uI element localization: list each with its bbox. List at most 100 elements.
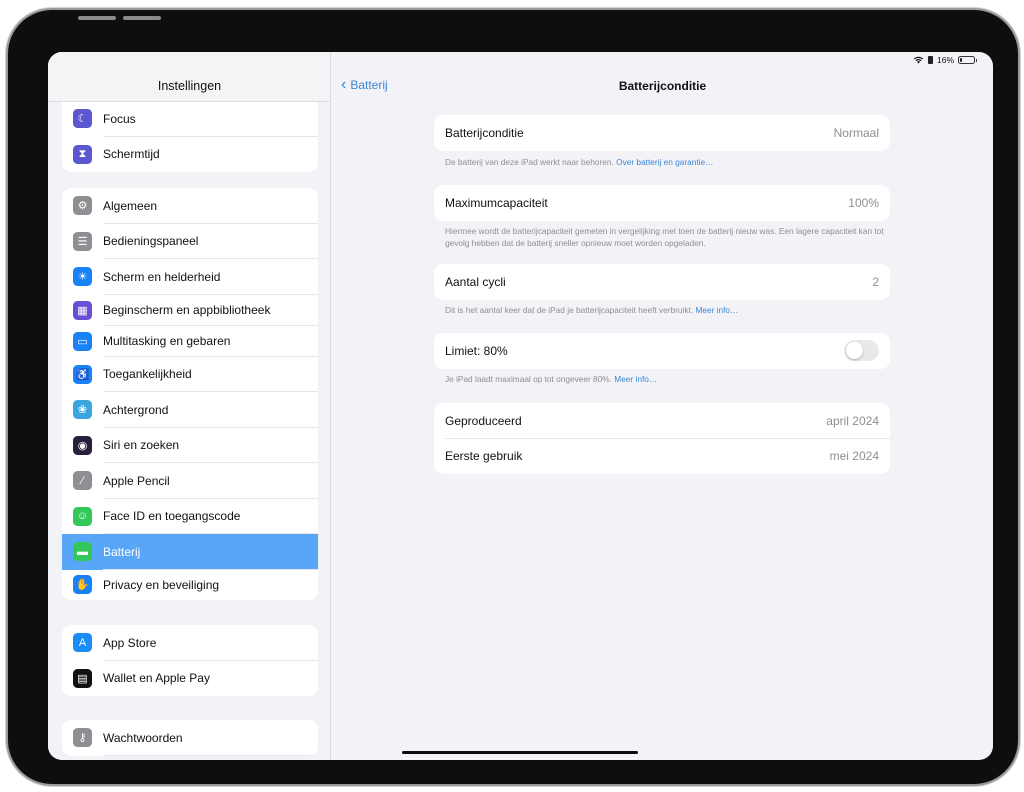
capacity-label: Maximumcapaciteit xyxy=(445,195,548,210)
sidebar-item-label: Batterij xyxy=(103,544,141,559)
sidebar-item-face-id-en-toegangscode[interactable]: ☺ Face ID en toegangscode xyxy=(62,499,318,534)
sidebar-title: Instellingen xyxy=(157,79,222,93)
sidebar-item-label: Multitasking en gebaren xyxy=(103,334,231,348)
sidebar-item-wallet-en-apple-pay[interactable]: ▤ Wallet en Apple Pay xyxy=(62,661,318,697)
cycles-value: 2 xyxy=(872,274,879,289)
manufactured-label: Geproduceerd xyxy=(445,413,522,428)
capacity-footer: Hiermee wordt de batterijcapaciteit geme… xyxy=(445,226,884,248)
ipad-frame: Instellingen ☾ Focus ⧗ Schermtijd ⚙ Algemeen ☰… xyxy=(8,10,1018,784)
home-indicator[interactable] xyxy=(402,751,638,754)
detail-pane: ‹ Batterij Batterijconditie Batterijcond… xyxy=(332,52,993,760)
wallet-icon: ▤ xyxy=(73,668,92,688)
sidebar-item-focus[interactable]: ☾ Focus xyxy=(62,101,318,137)
sidebar-item-schermtijd[interactable]: ⧗ Schermtijd xyxy=(62,137,318,173)
sidebar-item-label: Toegankelijkheid xyxy=(103,367,192,382)
cycles-card: Aantal cycli 2 xyxy=(434,264,890,300)
sidebar-item-label: Wachtwoorden xyxy=(103,730,183,745)
sidebar-item-multitasking-en-gebaren[interactable]: ▭ Multitasking en gebaren xyxy=(62,326,318,357)
condition-card: Batterijconditie Normaal xyxy=(434,115,890,151)
face-id-icon: ☺ xyxy=(73,506,92,526)
condition-footer: De batterij van deze iPad werkt naar beh… xyxy=(445,156,885,168)
sidebar-item-label: Apple Pencil xyxy=(103,473,170,488)
hourglass-icon: ⧗ xyxy=(73,144,92,164)
battery-icon: ▬ xyxy=(73,542,92,562)
limit-card: Limiet: 80% xyxy=(434,333,890,369)
warranty-link[interactable]: Over batterij en garantie… xyxy=(616,157,713,167)
multitasking-icon: ▭ xyxy=(73,331,92,351)
moon-icon: ☾ xyxy=(73,109,92,129)
limit-row: Limiet: 80% xyxy=(434,333,890,369)
limit-footer-text: Je iPad laadt maximaal op tot ongeveer 8… xyxy=(445,374,612,384)
first-use-value: mei 2024 xyxy=(829,449,879,464)
sidebar-item-label: Beginscherm en appbibliotheek xyxy=(103,303,271,317)
sidebar-item-siri-en-zoeken[interactable]: ◉ Siri en zoeken xyxy=(62,428,318,463)
limit-info-link[interactable]: Meer info… xyxy=(614,374,657,384)
condition-footer-text: De batterij van deze iPad werkt naar beh… xyxy=(445,157,614,167)
hand-icon: ✋ xyxy=(73,575,92,594)
volume-button xyxy=(123,16,161,20)
sidebar-item-batterij[interactable]: ▬ Batterij xyxy=(62,534,318,570)
sidebar-item-label: Achtergrond xyxy=(103,402,169,417)
app-store-icon: A xyxy=(73,633,92,653)
sidebar-item-apple-pencil[interactable]: ∕ Apple Pencil xyxy=(62,463,318,499)
screen: Instellingen ☾ Focus ⧗ Schermtijd ⚙ Algemeen ☰… xyxy=(48,52,993,760)
first-use-label: Eerste gebruik xyxy=(445,449,523,464)
toggle-knob xyxy=(846,342,863,360)
dates-card: Geproduceerd april 2024 Eerste gebruik m… xyxy=(434,403,890,474)
flower-icon: ❀ xyxy=(73,400,92,420)
sidebar-group: ⚷ Wachtwoorden xyxy=(62,720,318,756)
sidebar-group: ☾ Focus ⧗ Schermtijd xyxy=(62,101,318,172)
app-grid-icon: ▦ xyxy=(73,300,92,320)
sidebar-item-label: App Store xyxy=(103,635,157,650)
sun-icon: ☀ xyxy=(73,267,92,287)
divider xyxy=(103,754,318,756)
sidebar-item-label: Face ID en toegangscode xyxy=(103,509,241,524)
capacity-value: 100% xyxy=(848,195,879,210)
pencil-icon: ∕ xyxy=(73,471,92,491)
sidebar-item-label: Siri en zoeken xyxy=(103,438,180,453)
toggles-icon: ☰ xyxy=(73,231,92,251)
siri-icon: ◉ xyxy=(73,435,92,455)
page-title: Batterijconditie xyxy=(618,79,707,93)
capacity-card: Maximumcapaciteit 100% xyxy=(434,185,890,221)
limit-footer: Je iPad laadt maximaal op tot ongeveer 8… xyxy=(445,373,885,385)
sidebar-item-label: Wallet en Apple Pay xyxy=(103,671,210,686)
condition-row: Batterijconditie Normaal xyxy=(434,115,890,151)
sidebar-group: A App Store ▤ Wallet en Apple Pay xyxy=(62,625,318,696)
sidebar-item-label: Schermtijd xyxy=(103,147,160,162)
limit-toggle[interactable] xyxy=(844,340,879,362)
cycles-footer-text: Dit is het aantal keer dat de iPad je ba… xyxy=(445,305,694,315)
sidebar-item-bedieningspaneel[interactable]: ☰ Bedieningspaneel xyxy=(62,224,318,259)
sidebar-item-toegankelijkheid[interactable]: ♿ Toegankelijkheid xyxy=(62,357,318,392)
sidebar-header: Instellingen xyxy=(48,52,330,102)
cycles-label: Aantal cycli xyxy=(445,274,506,289)
gear-icon: ⚙ xyxy=(73,196,92,216)
limit-label: Limiet: 80% xyxy=(445,343,508,358)
cycles-row: Aantal cycli 2 xyxy=(434,264,890,300)
settings-sidebar: Instellingen ☾ Focus ⧗ Schermtijd ⚙ Algemeen ☰… xyxy=(48,52,331,760)
sidebar-item-beginscherm-en-appbibliotheek[interactable]: ▦ Beginscherm en appbibliotheek xyxy=(62,295,318,326)
sidebar-item-label: Privacy en beveiliging xyxy=(103,577,220,592)
sidebar-item-label: Scherm en helderheid xyxy=(103,269,221,284)
sidebar-item-algemeen[interactable]: ⚙ Algemeen xyxy=(62,188,318,224)
sidebar-item-label: Focus xyxy=(103,111,136,126)
sidebar-item-app-store[interactable]: A App Store xyxy=(62,625,318,661)
sidebar-item-privacy-en-beveiliging[interactable]: ✋ Privacy en beveiliging xyxy=(62,570,318,600)
manufactured-value: april 2024 xyxy=(826,413,879,428)
cycles-info-link[interactable]: Meer info… xyxy=(695,305,738,315)
sidebar-item-scherm-en-helderheid[interactable]: ☀ Scherm en helderheid xyxy=(62,259,318,295)
cycles-footer: Dit is het aantal keer dat de iPad je ba… xyxy=(445,304,885,316)
first-use-row: Eerste gebruik mei 2024 xyxy=(434,439,890,475)
sidebar-item-label: Algemeen xyxy=(103,198,158,213)
sidebar-item-wachtwoorden[interactable]: ⚷ Wachtwoorden xyxy=(62,720,318,756)
manufactured-row: Geproduceerd april 2024 xyxy=(434,403,890,439)
volume-button xyxy=(78,16,116,20)
sidebar-group: ⚙ Algemeen ☰ Bedieningspaneel ☀ Scherm en hel… xyxy=(62,188,318,600)
condition-value: Normaal xyxy=(833,125,879,140)
sidebar-item-label: Bedieningspaneel xyxy=(103,234,199,249)
key-icon: ⚷ xyxy=(73,728,92,748)
sidebar-item-achtergrond[interactable]: ❀ Achtergrond xyxy=(62,392,318,428)
accessibility-icon: ♿ xyxy=(73,364,92,384)
capacity-row: Maximumcapaciteit 100% xyxy=(434,185,890,221)
condition-label: Batterijconditie xyxy=(445,125,524,140)
